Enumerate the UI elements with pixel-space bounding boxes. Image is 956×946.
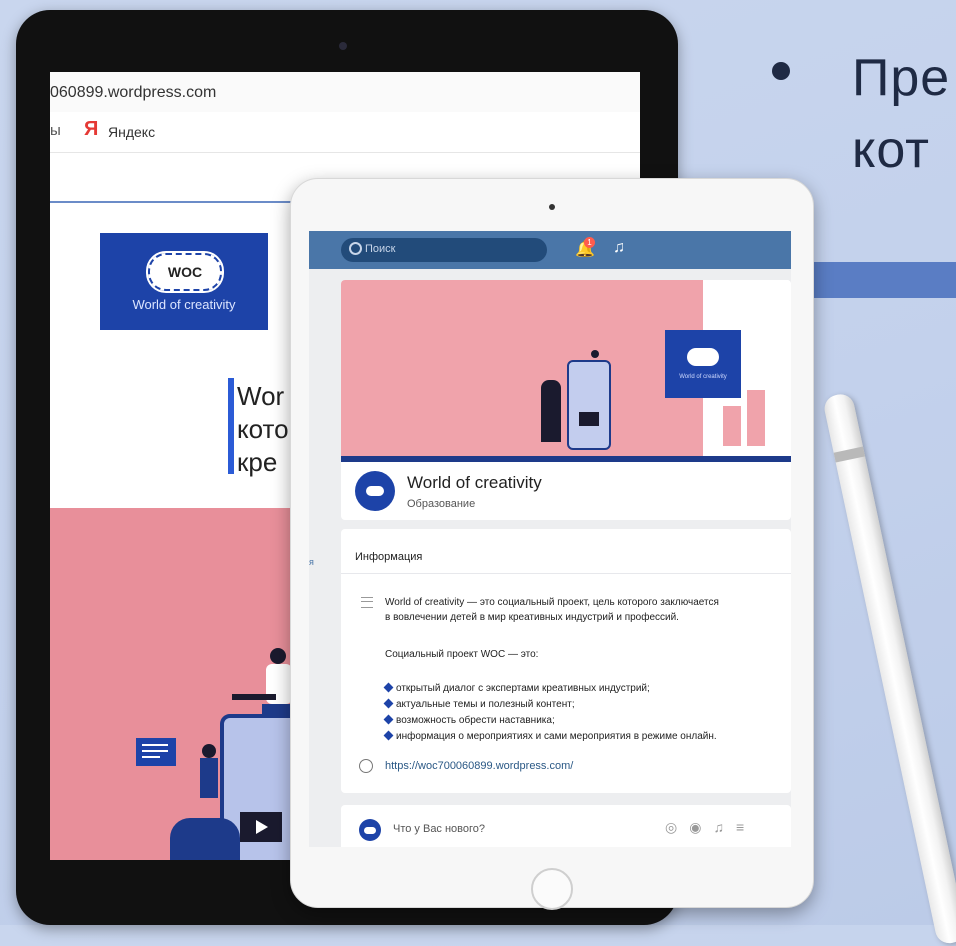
search-placeholder: Поиск <box>365 243 396 255</box>
cover-person-figure <box>541 380 561 442</box>
cloud-logo-icon <box>687 348 719 366</box>
diamond-bullet-icon <box>383 698 394 709</box>
music-icon[interactable]: ♫ <box>713 819 736 835</box>
text-format-icon[interactable]: ≡ <box>736 819 756 835</box>
list-item-text: возможность обрести наставника; <box>396 715 555 726</box>
stylus-pencil <box>822 391 956 946</box>
person-standing-figure <box>198 744 220 824</box>
group-cover-card: World of creativity World of creativity … <box>341 280 791 520</box>
pencil-band <box>833 446 866 463</box>
play-video-icon <box>240 812 282 842</box>
slide-accent-bar <box>810 262 956 298</box>
site-logo[interactable]: WOC World of creativity <box>100 233 268 330</box>
cover-person-head <box>591 350 599 358</box>
vk-header: Поиск 🔔 1 ♫ <box>309 231 791 269</box>
group-info-card: Информация World of creativity — это соц… <box>341 529 791 793</box>
new-post-card[interactable]: Что у Вас нового? ◎◉♫≡ <box>341 805 791 847</box>
globe-icon <box>359 759 373 773</box>
diamond-bullet-icon <box>383 682 394 693</box>
info-description: World of creativity — это социальный про… <box>385 597 719 623</box>
info-title: Информация <box>355 551 423 563</box>
list-item-text: информация о мероприятиях и сами меропри… <box>396 731 717 742</box>
cover-logo: World of creativity <box>665 330 741 398</box>
cover-play-icon <box>579 412 599 426</box>
search-icon <box>349 242 362 255</box>
browser-url: 060899.wordpress.com <box>50 84 217 101</box>
list-item: открытый диалог с экспертами креативных … <box>383 681 650 696</box>
list-item-text: открытый диалог с экспертами креативных … <box>396 683 650 694</box>
video-icon[interactable]: ◉ <box>689 819 713 835</box>
cloud-logo-icon <box>366 486 384 496</box>
logo-caption: World of creativity <box>132 297 236 312</box>
browser-address-bar[interactable]: 060899.wordpress.com <box>50 72 640 113</box>
home-button[interactable] <box>531 868 573 910</box>
group-name: World of creativity <box>407 473 542 492</box>
group-category: Образование <box>407 498 476 510</box>
cover-bar-chart-icon-2 <box>747 390 765 446</box>
music-note-icon[interactable]: ♫ <box>613 239 625 257</box>
slide-heading-fragment: Пре кот <box>852 49 951 179</box>
person-sitting-figure <box>170 818 240 860</box>
document-card-icon <box>136 738 176 766</box>
cloud-logo-icon: WOC <box>146 251 224 293</box>
tablet-back-camera <box>339 42 347 50</box>
list-item: возможность обрести наставника; <box>383 713 555 728</box>
diamond-bullet-icon <box>383 714 394 725</box>
post-attach-toolbar: ◎◉♫≡ <box>665 819 756 836</box>
group-avatar[interactable] <box>355 471 395 511</box>
bookmark-fragment: ы <box>50 122 61 139</box>
info-divider <box>341 573 791 574</box>
info-intro: Социальный проект WOC — это: <box>385 649 539 660</box>
tablet-front-camera <box>549 204 555 210</box>
cover-divider <box>341 456 791 462</box>
slide-bullet <box>772 62 790 80</box>
list-item: информация о мероприятиях и сами меропри… <box>383 729 717 744</box>
headline-accent-bar <box>228 378 234 474</box>
diamond-bullet-icon <box>383 730 394 741</box>
notification-badge: 1 <box>584 237 595 248</box>
search-input[interactable]: Поиск <box>341 238 547 262</box>
vk-group-page: я Поиск 🔔 1 ♫ World of creativity World … <box>309 231 791 847</box>
cover-bar-chart-icon <box>723 406 741 446</box>
list-item-text: актуальные темы и полезный контент; <box>396 699 575 710</box>
cover-phone-illustration <box>567 360 611 450</box>
camera-icon[interactable]: ◎ <box>665 819 689 835</box>
description-icon <box>361 597 373 608</box>
cloud-logo-icon <box>364 827 376 834</box>
cover-logo-caption: World of creativity <box>679 374 727 380</box>
bookmark-yandex[interactable]: Яндекс <box>108 124 155 140</box>
website-link[interactable]: https://woc700060899.wordpress.com/ <box>385 760 573 772</box>
yandex-logo-icon[interactable]: Я <box>84 118 98 141</box>
post-avatar <box>359 819 381 841</box>
list-item: актуальные темы и полезный контент; <box>383 697 575 712</box>
site-headline: Wor кото кре <box>237 381 289 477</box>
cover-illustration <box>341 280 703 456</box>
sidebar-fragment: я <box>309 557 314 567</box>
post-input-placeholder[interactable]: Что у Вас нового? <box>393 823 485 835</box>
logo-mark: WOC <box>167 264 203 280</box>
browser-bookmarks-bar: ы Я Яндекс <box>50 112 640 153</box>
